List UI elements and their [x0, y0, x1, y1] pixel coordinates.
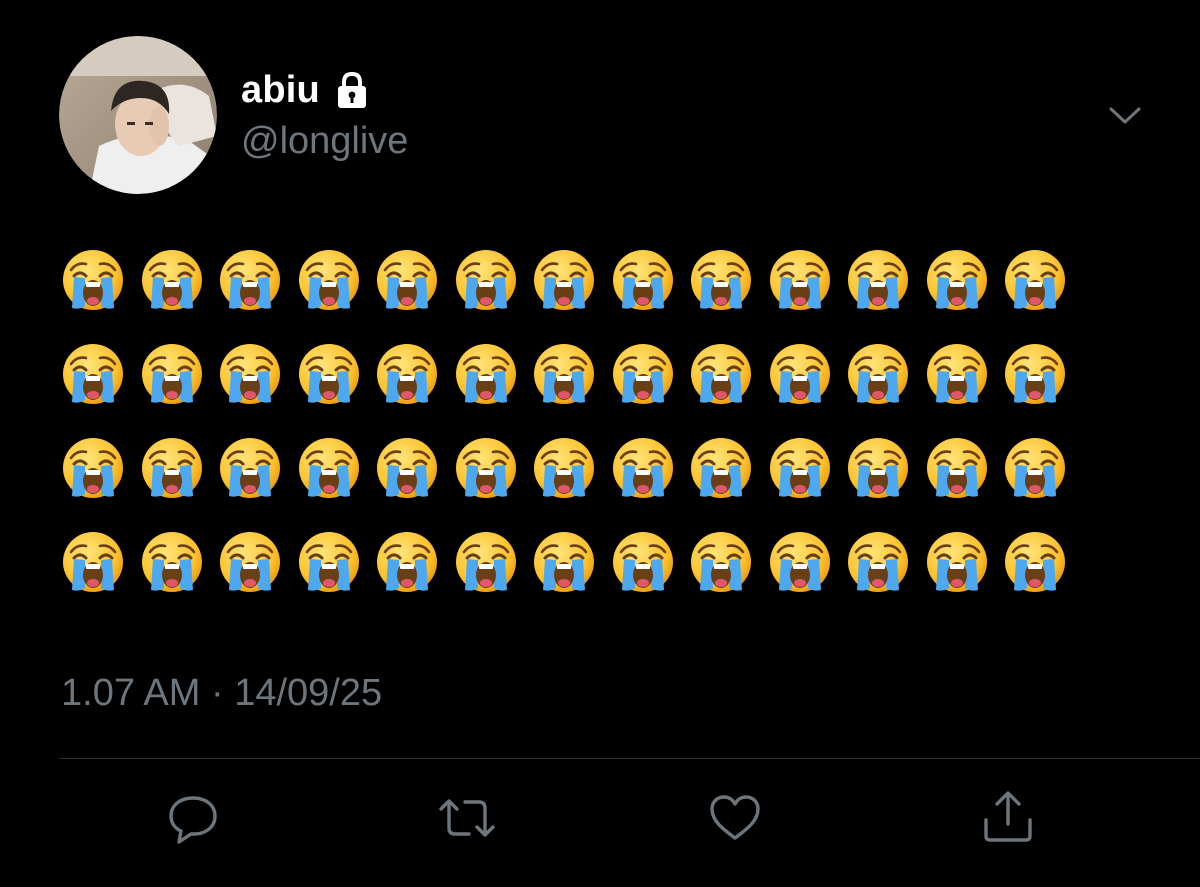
- loudly-crying-face-emoji: [375, 530, 454, 594]
- loudly-crying-face-emoji: [375, 342, 454, 406]
- loudly-crying-face-emoji: [846, 342, 925, 406]
- emoji-row: [61, 530, 1081, 624]
- loudly-crying-face-emoji: [1003, 248, 1082, 312]
- loudly-crying-face-emoji: [689, 436, 768, 500]
- tweet-timestamp[interactable]: 1.07 AM · 14/09/25: [61, 672, 382, 715]
- loudly-crying-face-emoji: [689, 342, 768, 406]
- loudly-crying-face-emoji: [140, 530, 219, 594]
- chevron-down-icon[interactable]: [1106, 100, 1144, 130]
- loudly-crying-face-emoji: [846, 248, 925, 312]
- loudly-crying-face-emoji: [768, 530, 847, 594]
- loudly-crying-face-emoji: [532, 248, 611, 312]
- retweet-button[interactable]: [437, 790, 497, 850]
- emoji-row: [61, 436, 1081, 530]
- loudly-crying-face-emoji: [611, 342, 690, 406]
- reply-button[interactable]: [163, 790, 223, 850]
- emoji-row: [61, 342, 1081, 436]
- loudly-crying-face-emoji: [1003, 436, 1082, 500]
- loudly-crying-face-emoji: [61, 248, 140, 312]
- emoji-row: [61, 248, 1081, 342]
- loudly-crying-face-emoji: [846, 530, 925, 594]
- loudly-crying-face-emoji: [375, 248, 454, 312]
- loudly-crying-face-emoji: [611, 248, 690, 312]
- avatar[interactable]: [59, 36, 217, 194]
- loudly-crying-face-emoji: [689, 248, 768, 312]
- tweet-card: abiu @longlive 1.07 AM · 14/09/25: [0, 0, 1200, 887]
- share-button[interactable]: [978, 790, 1038, 850]
- loudly-crying-face-emoji: [532, 436, 611, 500]
- loudly-crying-face-emoji: [454, 530, 533, 594]
- loudly-crying-face-emoji: [925, 436, 1004, 500]
- loudly-crying-face-emoji: [375, 436, 454, 500]
- loudly-crying-face-emoji: [297, 342, 376, 406]
- loudly-crying-face-emoji: [768, 436, 847, 500]
- user-handle[interactable]: @longlive: [241, 120, 408, 163]
- loudly-crying-face-emoji: [925, 530, 1004, 594]
- loudly-crying-face-emoji: [611, 530, 690, 594]
- loudly-crying-face-emoji: [925, 342, 1004, 406]
- loudly-crying-face-emoji: [297, 436, 376, 500]
- loudly-crying-face-emoji: [1003, 342, 1082, 406]
- loudly-crying-face-emoji: [925, 248, 1004, 312]
- like-button[interactable]: [705, 790, 765, 850]
- loudly-crying-face-emoji: [218, 342, 297, 406]
- loudly-crying-face-emoji: [1003, 530, 1082, 594]
- loudly-crying-face-emoji: [532, 342, 611, 406]
- loudly-crying-face-emoji: [454, 248, 533, 312]
- author-name-row[interactable]: abiu: [241, 66, 372, 114]
- loudly-crying-face-emoji: [689, 530, 768, 594]
- loudly-crying-face-emoji: [454, 342, 533, 406]
- loudly-crying-face-emoji: [61, 530, 140, 594]
- lock-icon: [332, 70, 372, 110]
- action-bar: [0, 790, 1200, 852]
- loudly-crying-face-emoji: [140, 436, 219, 500]
- display-name[interactable]: abiu: [241, 69, 320, 112]
- loudly-crying-face-emoji: [218, 248, 297, 312]
- loudly-crying-face-emoji: [61, 342, 140, 406]
- heart-outline-icon: [705, 788, 765, 853]
- loudly-crying-face-emoji: [297, 248, 376, 312]
- loudly-crying-face-emoji: [532, 530, 611, 594]
- loudly-crying-face-emoji: [454, 436, 533, 500]
- retweet-arrows-icon: [437, 788, 497, 853]
- loudly-crying-face-emoji: [297, 530, 376, 594]
- loudly-crying-face-emoji: [218, 530, 297, 594]
- tweet-body: [61, 248, 1081, 624]
- loudly-crying-face-emoji: [140, 342, 219, 406]
- speech-bubble-icon: [163, 788, 223, 853]
- loudly-crying-face-emoji: [140, 248, 219, 312]
- loudly-crying-face-emoji: [61, 436, 140, 500]
- loudly-crying-face-emoji: [768, 248, 847, 312]
- loudly-crying-face-emoji: [768, 342, 847, 406]
- loudly-crying-face-emoji: [218, 436, 297, 500]
- loudly-crying-face-emoji: [846, 436, 925, 500]
- share-upload-icon: [978, 788, 1038, 853]
- divider: [59, 758, 1200, 759]
- loudly-crying-face-emoji: [611, 436, 690, 500]
